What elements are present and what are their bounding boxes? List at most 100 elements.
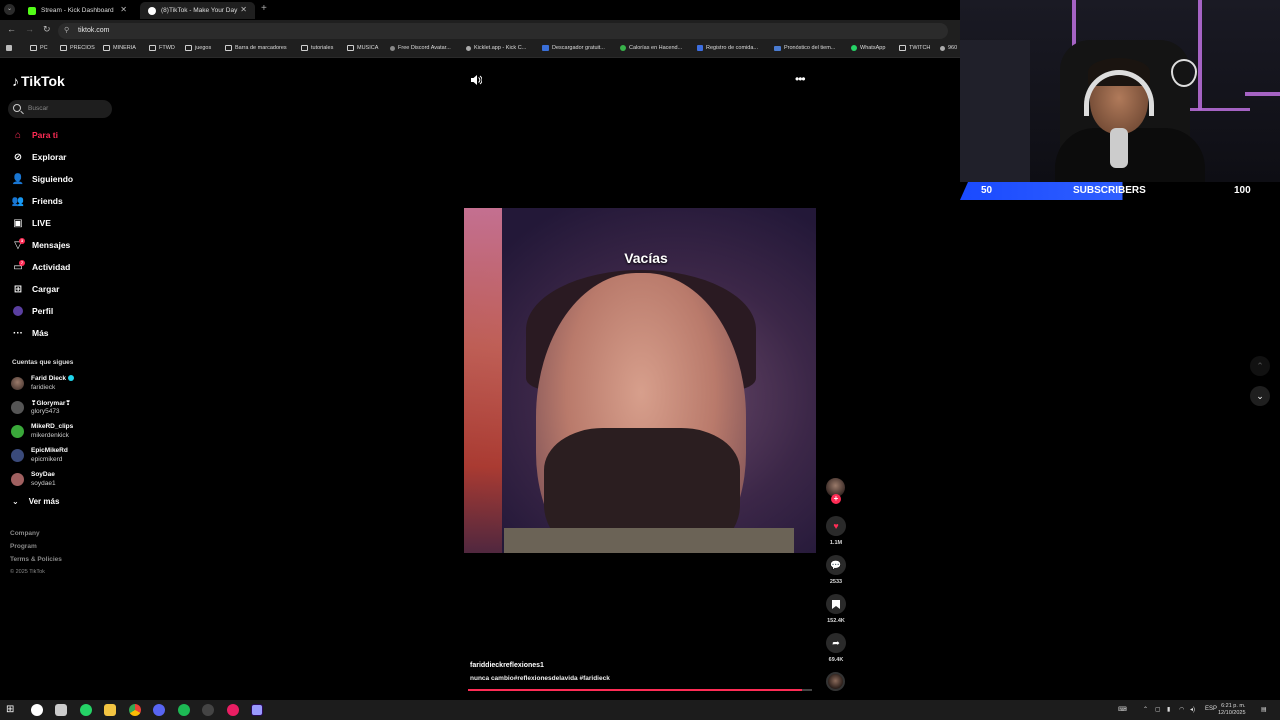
avatar — [11, 473, 24, 486]
following-section-title: Cuentas que sigues — [12, 359, 74, 366]
premiere-icon[interactable] — [251, 704, 263, 716]
tab-kick-dashboard[interactable]: Stream - Kick Dashboard ✕ — [20, 2, 135, 19]
nav-perfil[interactable]: Perfil — [12, 303, 122, 319]
following-account[interactable]: ❣Glorymar❣ glory5473 — [11, 398, 121, 418]
language-indicator[interactable]: ESP — [1205, 706, 1217, 712]
network-icon[interactable]: ▮ — [1167, 706, 1170, 713]
tab-tiktok[interactable]: (8)TikTok - Make Your Day ✕ — [140, 2, 255, 19]
bookmark-folder[interactable]: MUSICA — [347, 45, 378, 51]
bookmark-link[interactable]: Descargador gratuit... — [542, 45, 605, 51]
save-button[interactable]: 152.4K — [824, 594, 848, 624]
account-handle: faridieck — [31, 384, 56, 391]
bookmark-folder[interactable]: tutoriales — [301, 45, 333, 51]
previous-video-button[interactable]: ⌃ — [1250, 356, 1270, 376]
spotify-icon[interactable] — [178, 704, 190, 716]
app-icon[interactable] — [55, 704, 67, 716]
bookmarks-bar: PC PRECIOS MINERIA FTWD juegos Barra de … — [0, 42, 960, 58]
chevron-down-icon: ⌄ — [12, 497, 19, 506]
share-button[interactable]: ➦ 69.4K — [824, 633, 848, 663]
clock[interactable]: 6:21 p. m. 12/10/2025 — [1218, 703, 1246, 717]
apps-icon[interactable] — [6, 45, 15, 51]
bookmark-folder[interactable]: TWITCH — [899, 45, 930, 51]
bookmark-link[interactable]: Pronóstico del tiem... — [774, 45, 835, 51]
nav-friends[interactable]: 👥 Friends — [12, 193, 122, 209]
speaker-icon[interactable]: ◂) — [1190, 706, 1195, 713]
nav-explorar[interactable]: ⊘ Explorar — [12, 149, 122, 165]
bookmark-link[interactable]: Kicklet.app - Kick C... — [466, 45, 526, 51]
following-account[interactable]: SoyDae soydae1 — [11, 470, 121, 490]
live-icon: ▣ — [13, 217, 23, 229]
bookmark-link[interactable]: 960 — [940, 45, 957, 51]
keyboard-icon[interactable]: ⌨ — [1118, 706, 1127, 713]
folder-icon[interactable] — [104, 704, 116, 716]
site-info-icon[interactable]: ⚲ — [64, 23, 69, 39]
nav-para-ti[interactable]: ⌂ Para ti — [12, 127, 122, 143]
tray-icon[interactable]: ▢ — [1155, 706, 1161, 713]
bookmark-link[interactable]: Free Discord Avatar... — [390, 45, 451, 51]
video-overlay-text: Vacías — [624, 250, 668, 266]
chrome-icon[interactable] — [129, 704, 141, 716]
more-options-icon[interactable]: ••• — [795, 72, 806, 86]
sub-goal-target: 100 — [1234, 185, 1251, 196]
obs-icon[interactable] — [202, 704, 214, 716]
copyright-text: © 2025 TikTok — [10, 569, 45, 575]
following-account[interactable]: EpicMikeRd epicmikerd — [11, 446, 121, 466]
footer-program-link[interactable]: Program — [10, 543, 37, 550]
video-progress-bar[interactable] — [468, 689, 812, 691]
video-description: nunca cambio#reflexionesdelavida #faridi… — [470, 675, 610, 682]
whatsapp-icon[interactable] — [80, 704, 92, 716]
tiktok-logo[interactable]: ♪ TikTok — [12, 73, 65, 89]
like-button[interactable]: ♥ 1.1M — [824, 516, 848, 546]
follow-plus-icon[interactable]: + — [831, 494, 841, 504]
nav-cargar[interactable]: ⊞ Cargar — [12, 281, 122, 297]
bookmark-folder[interactable]: Barra de marcadores — [225, 45, 287, 51]
nav-actividad[interactable]: ▭ 7 Actividad — [12, 259, 122, 275]
bookmark-folder[interactable]: PRECIOS — [60, 45, 95, 51]
reload-icon[interactable]: ↻ — [43, 24, 51, 35]
forward-icon[interactable]: → — [25, 24, 34, 34]
messages-icon: ▽ 3 — [14, 238, 25, 251]
bookmark-folder[interactable]: MINERIA — [103, 45, 136, 51]
app-icon[interactable] — [227, 704, 239, 716]
chevron-up-icon[interactable]: ⌃ — [1143, 706, 1148, 713]
footer-company-link[interactable]: Company — [10, 530, 40, 537]
back-icon[interactable]: ← — [7, 24, 16, 34]
tab-title: (8)TikTok - Make Your Day — [161, 7, 238, 14]
bookmark-folder[interactable]: FTWD — [149, 45, 175, 51]
bookmark-folder[interactable]: PC — [30, 45, 48, 51]
following-account[interactable]: Farid Dieck faridieck — [11, 374, 121, 394]
share-count: 69.4K — [828, 657, 844, 663]
bookmark-link[interactable]: WhatsApp — [851, 45, 885, 51]
link-icon — [620, 45, 626, 51]
new-tab-button[interactable]: + — [261, 3, 267, 14]
notifications-icon[interactable]: ▤ — [1261, 706, 1267, 713]
close-tab-icon[interactable]: ✕ — [240, 5, 247, 14]
avatar — [11, 449, 24, 462]
app-icon[interactable] — [31, 704, 43, 716]
wifi-icon[interactable]: ◠ — [1179, 706, 1184, 713]
video-author[interactable]: fariddieckreflexiones1 — [470, 662, 544, 669]
nav-mensajes[interactable]: ▽ 3 Mensajes — [12, 237, 122, 253]
search-input[interactable]: Buscar — [8, 100, 112, 118]
upload-icon: ⊞ — [13, 283, 23, 295]
url-field[interactable]: ⚲ tiktok.com — [58, 23, 948, 39]
music-disc[interactable] — [826, 672, 845, 691]
next-video-button[interactable]: ⌄ — [1250, 386, 1270, 406]
start-button[interactable]: ⊞ — [6, 704, 18, 716]
see-more-button[interactable]: ⌄ Ver más — [12, 497, 59, 506]
close-tab-icon[interactable]: ✕ — [120, 5, 127, 14]
compass-icon: ⊘ — [13, 151, 23, 163]
bookmark-link[interactable]: Registro de comida... — [697, 45, 758, 51]
volume-icon[interactable] — [470, 74, 482, 86]
footer-terms-link[interactable]: Terms & Policies — [10, 556, 62, 563]
discord-icon[interactable] — [153, 704, 165, 716]
bookmark-folder[interactable]: juegos — [185, 45, 211, 51]
following-account[interactable]: MikeRD_clips mikerdenkick — [11, 422, 121, 442]
comment-button[interactable]: 💬 2533 — [824, 555, 848, 585]
video-player[interactable]: Vacías — [464, 208, 816, 553]
nav-siguiendo[interactable]: 👤 Siguiendo — [12, 171, 122, 187]
nav-live[interactable]: ▣ LIVE — [12, 215, 122, 231]
tab-search-button[interactable]: ⌄ — [4, 4, 15, 15]
bookmark-link[interactable]: Calorías en Hacend... — [620, 45, 682, 51]
nav-mas[interactable]: ··· Más — [12, 325, 122, 341]
